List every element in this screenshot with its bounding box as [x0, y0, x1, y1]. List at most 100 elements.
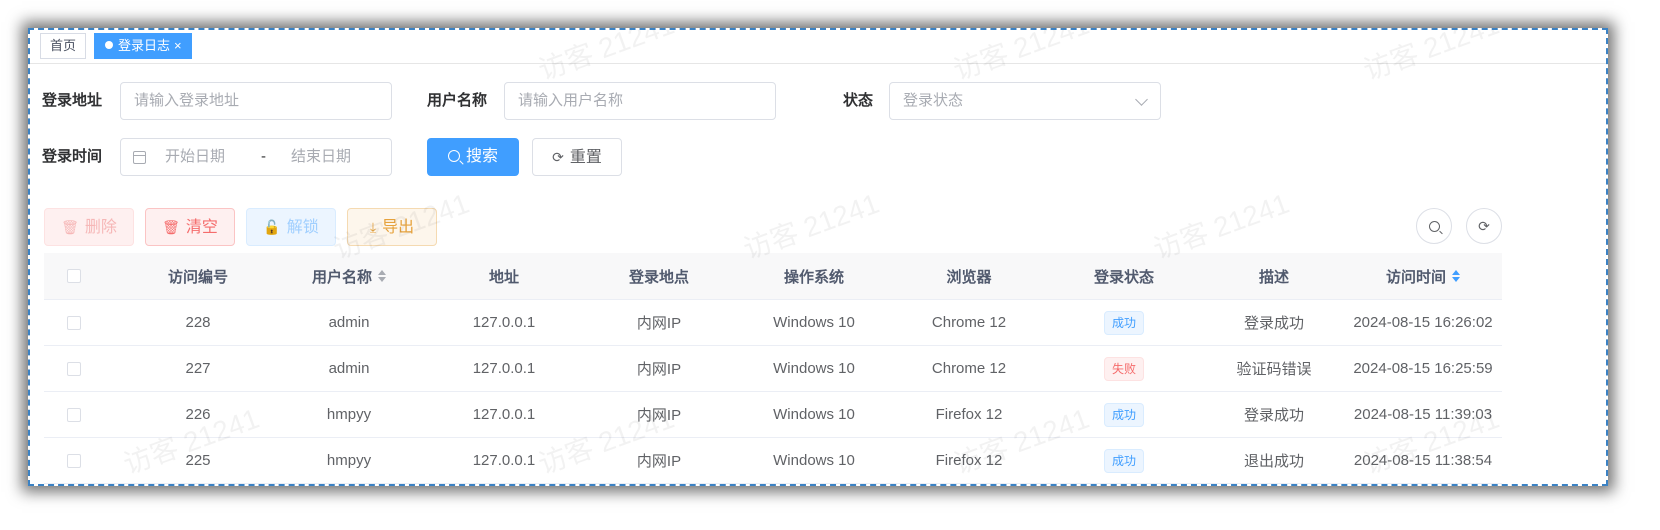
- close-icon[interactable]: ×: [174, 38, 182, 53]
- username-input[interactable]: 请输入用户名称: [504, 82, 776, 120]
- table-header: 访问编号 用户名称 地址 登录地点 操作系统 浏览器 登录状态 描述 访问时间: [44, 253, 1502, 300]
- delete-button[interactable]: 🗑 删除: [44, 208, 134, 246]
- status-badge: 成功: [1103, 402, 1144, 427]
- tag-login-log[interactable]: 登录日志 ×: [94, 33, 192, 59]
- cell-os: Windows 10: [773, 314, 855, 331]
- cell-location: 内网IP: [636, 315, 682, 332]
- cell-id: 225: [185, 452, 211, 469]
- table-row[interactable]: 227 admin 127.0.0.1 内网IP Windows 10 Chrome 12…: [44, 346, 1502, 392]
- header-status: 登录状态: [1049, 253, 1199, 299]
- calendar-icon: [133, 151, 146, 164]
- status-select[interactable]: 登录状态: [889, 82, 1161, 120]
- download-icon: ⤓: [369, 219, 377, 235]
- range-separator: -: [261, 148, 266, 165]
- cell-status: 成功: [1049, 392, 1199, 437]
- cell-location: 内网IP: [636, 453, 682, 470]
- cell-time: 2024-08-15 11:38:54: [1353, 452, 1493, 469]
- cell-browser: Chrome 12: [931, 360, 1007, 377]
- unlock-button[interactable]: 🔓 解锁: [246, 208, 336, 246]
- header-username-label: 用户名称: [311, 268, 372, 286]
- reset-button[interactable]: ⟳ 重置: [532, 138, 622, 176]
- cell-browser: Chrome 12: [931, 314, 1007, 331]
- sort-icon[interactable]: [378, 270, 386, 282]
- delete-button-label: 删除: [84, 219, 117, 236]
- status-placeholder: 登录状态: [903, 92, 964, 109]
- status-label: 状态: [843, 92, 874, 109]
- ipaddr-input[interactable]: 请输入登录地址: [120, 82, 392, 120]
- tags-view: 首页 登录日志 ×: [30, 30, 1606, 64]
- table-row[interactable]: 226 hmpyy 127.0.0.1 内网IP Windows 10 Firefox 1…: [44, 392, 1502, 438]
- header-ip-label: 地址: [488, 268, 519, 286]
- cell-status: 失败: [1049, 346, 1199, 391]
- cell-os: Windows 10: [773, 406, 855, 423]
- table-row[interactable]: 225 hmpyy 127.0.0.1 内网IP Windows 10 Firefox 1…: [44, 438, 1502, 484]
- table-body: 228 admin 127.0.0.1 内网IP Windows 10 Chrome 12…: [44, 300, 1502, 484]
- cell-ip: 127.0.0.1: [472, 406, 536, 423]
- header-location: 登录地点: [584, 253, 734, 299]
- search-button[interactable]: 搜索: [427, 138, 519, 176]
- start-date-input[interactable]: 开始日期: [165, 139, 225, 175]
- end-date-input[interactable]: 结束日期: [291, 139, 351, 175]
- cell-id: 227: [185, 360, 211, 377]
- cell-browser: Firefox 12: [935, 452, 1003, 469]
- header-browser-label: 浏览器: [946, 268, 992, 286]
- cell-user: hmpyy: [326, 452, 372, 469]
- unlock-button-label: 解锁: [286, 219, 319, 236]
- clear-button[interactable]: 🗑 清空: [145, 208, 235, 246]
- header-username[interactable]: 用户名称: [274, 253, 424, 299]
- cell-time: 2024-08-15 11:39:03: [1353, 406, 1493, 423]
- select-all-cell: [44, 253, 104, 299]
- cell-id: 228: [185, 314, 211, 331]
- status-badge: 成功: [1103, 448, 1144, 473]
- row-checkbox[interactable]: [67, 407, 81, 422]
- login-time-label: 登录时间: [42, 148, 103, 165]
- search-icon: [1428, 221, 1440, 232]
- ipaddr-placeholder: 请输入登录地址: [134, 92, 240, 109]
- cell-user: admin: [328, 360, 370, 377]
- row-select-cell: [44, 346, 104, 391]
- cell-location: 内网IP: [636, 407, 682, 424]
- status-badge: 成功: [1103, 310, 1144, 335]
- cell-time: 2024-08-15 16:25:59: [1353, 360, 1493, 377]
- cell-id: 226: [185, 406, 211, 423]
- header-id-label: 访问编号: [167, 268, 228, 286]
- row-select-cell: [44, 392, 104, 437]
- cell-status: 成功: [1049, 438, 1199, 483]
- cell-ip: 127.0.0.1: [472, 360, 536, 377]
- search-button-label: 搜索: [465, 148, 498, 165]
- tag-login-log-label: 登录日志: [118, 38, 171, 53]
- cell-time: 2024-08-15 16:26:02: [1353, 314, 1493, 331]
- header-os-label: 操作系统: [783, 268, 844, 286]
- refresh-table-button[interactable]: ⟳: [1466, 208, 1502, 244]
- select-all-checkbox[interactable]: [67, 269, 81, 283]
- header-location-label: 登录地点: [628, 268, 689, 286]
- row-checkbox[interactable]: [67, 315, 81, 330]
- cell-os: Windows 10: [773, 360, 855, 377]
- header-id: 访问编号: [132, 253, 264, 299]
- header-os: 操作系统: [739, 253, 889, 299]
- sort-icon[interactable]: [1452, 270, 1460, 282]
- row-select-cell: [44, 300, 104, 345]
- cell-ip: 127.0.0.1: [472, 452, 536, 469]
- header-time[interactable]: 访问时间: [1344, 253, 1502, 299]
- toggle-search-button[interactable]: [1416, 208, 1452, 244]
- row-checkbox[interactable]: [67, 361, 81, 376]
- app-frame: 首页 登录日志 × 登录地址 请输入登录地址 用户名称 请输入用户名称 状态 登录…: [28, 28, 1608, 486]
- header-msg: 描述: [1204, 253, 1344, 299]
- header-time-label: 访问时间: [1385, 268, 1446, 286]
- tag-home[interactable]: 首页: [40, 33, 87, 59]
- row-checkbox[interactable]: [67, 453, 81, 468]
- search-icon: [447, 150, 460, 162]
- refresh-icon: ⟳: [552, 149, 564, 165]
- cell-os: Windows 10: [773, 452, 855, 469]
- username-placeholder: 请输入用户名称: [518, 92, 624, 109]
- header-status-label: 登录状态: [1093, 268, 1154, 286]
- export-button[interactable]: ⤓ 导出: [347, 208, 437, 246]
- status-badge: 失败: [1103, 356, 1144, 381]
- cell-user: admin: [328, 314, 370, 331]
- cell-user: hmpyy: [326, 406, 372, 423]
- trash-icon: 🗑: [162, 219, 180, 235]
- row-select-cell: [44, 438, 104, 483]
- date-range-picker[interactable]: 开始日期 - 结束日期: [120, 138, 392, 176]
- table-row[interactable]: 228 admin 127.0.0.1 内网IP Windows 10 Chrome 12…: [44, 300, 1502, 346]
